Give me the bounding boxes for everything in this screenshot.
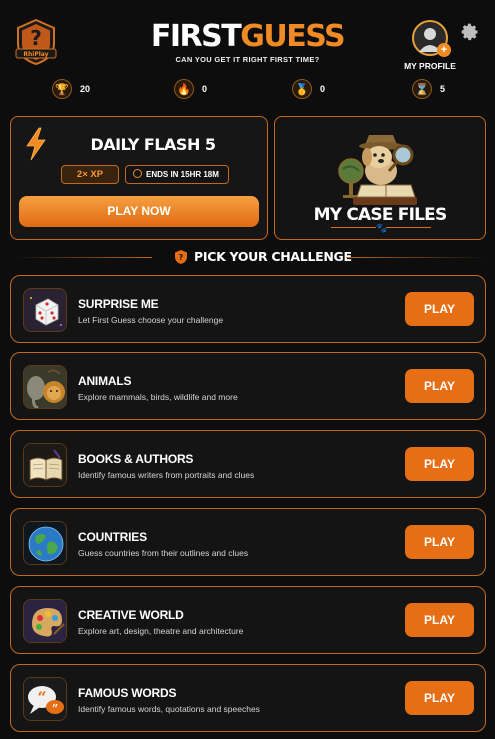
stat-value: 20: [80, 84, 91, 94]
svg-text:?: ?: [30, 26, 42, 50]
stat-medals: 🥇 0: [292, 78, 325, 100]
play-button[interactable]: PLAY: [405, 369, 474, 403]
challenge-desc: Explore art, design, theatre and archite…: [78, 626, 244, 636]
play-now-button[interactable]: PLAY NOW: [19, 196, 259, 227]
divider: [346, 257, 486, 258]
clock-icon: [133, 169, 142, 178]
gear-icon[interactable]: [460, 22, 480, 42]
challenge-famous-words[interactable]: “ ” FAMOUS WORDS Identify famous words, …: [10, 664, 486, 732]
daily-flash-card: DAILY FLASH 5 2× XP ENDS IN 15HR 18M PLA…: [10, 116, 268, 240]
question-badge-icon[interactable]: ? RhiPlay: [12, 18, 60, 66]
challenge-title: FAMOUS WORDS: [78, 686, 177, 700]
divider: [12, 257, 152, 258]
title-first: FIRST: [150, 19, 242, 54]
flame-icon: 🔥: [174, 79, 194, 99]
stats-bar: 🏆 20 🔥 0 🥇 0 ⌛ 5: [0, 78, 495, 100]
svg-text:”: ”: [52, 702, 58, 715]
badge-text: RhiPlay: [23, 51, 48, 58]
play-button[interactable]: PLAY: [405, 603, 474, 637]
play-button[interactable]: PLAY: [405, 447, 474, 481]
challenge-desc: Explore mammals, birds, wildlife and mor…: [78, 392, 238, 402]
stat-streak: 🔥 0: [174, 78, 207, 100]
challenge-animals[interactable]: ANIMALS Explore mammals, birds, wildlife…: [10, 352, 486, 420]
add-icon: +: [437, 43, 451, 57]
section-header: ? PICK YOUR CHALLENGE: [0, 249, 495, 267]
challenge-desc: Let First Guess choose your challenge: [78, 315, 224, 325]
profile-label: MY PROFILE: [404, 61, 456, 71]
palette-icon: [23, 599, 67, 643]
stat-value: 5: [440, 84, 446, 94]
app-title: FIRSTGUESS CAN YOU GET IT RIGHT FIRST TI…: [150, 19, 346, 65]
challenge-title: BOOKS & AUTHORS: [78, 452, 194, 466]
challenge-creative-world[interactable]: CREATIVE WORLD Explore art, design, thea…: [10, 586, 486, 654]
challenge-title: SURPRISE ME: [78, 297, 159, 311]
medal-icon: 🥇: [292, 79, 312, 99]
case-files-card[interactable]: MY CASE FILES 🐾: [274, 116, 486, 240]
xp-badge: 2× XP: [61, 165, 119, 184]
svg-text:?: ?: [179, 253, 184, 262]
ends-text: ENDS IN 15HR 18M: [146, 170, 219, 179]
shield-icon: ?: [175, 250, 187, 264]
challenge-title: ANIMALS: [78, 374, 132, 388]
book-icon: [23, 443, 67, 487]
challenge-desc: Guess countries from their outlines and …: [78, 548, 249, 558]
stat-hourglass: ⌛ 5: [412, 78, 445, 100]
globe-icon: [23, 521, 67, 565]
challenge-title: COUNTRIES: [78, 530, 147, 544]
app-subtitle: CAN YOU GET IT RIGHT FIRST TIME?: [175, 55, 320, 64]
case-files-title: MY CASE FILES: [313, 205, 448, 225]
daily-flash-title: DAILY FLASH 5: [90, 135, 216, 154]
header: ? RhiPlay FIRSTGUESS CAN YOU GET IT RIGH…: [0, 0, 495, 112]
challenge-countries[interactable]: COUNTRIES Guess countries from their out…: [10, 508, 486, 576]
stat-value: 0: [320, 84, 326, 94]
title-guess: GUESS: [240, 19, 345, 54]
avatar[interactable]: +: [412, 20, 451, 57]
speech-bubble-icon: “ ”: [23, 677, 67, 721]
play-button[interactable]: PLAY: [405, 681, 474, 715]
challenge-desc: Identify famous words, quotations and sp…: [78, 704, 260, 714]
detective-dog-icon: [338, 135, 417, 205]
stat-trophies: 🏆 20: [52, 78, 90, 100]
stat-value: 0: [202, 84, 208, 94]
play-button[interactable]: PLAY: [405, 525, 474, 559]
play-button[interactable]: PLAY: [405, 292, 474, 326]
challenge-surprise-me[interactable]: SURPRISE ME Let First Guess choose your …: [10, 275, 486, 343]
challenge-books-authors[interactable]: BOOKS & AUTHORS Identify famous writers …: [10, 430, 486, 498]
challenge-title: CREATIVE WORLD: [78, 608, 184, 622]
animals-icon: [23, 365, 67, 409]
profile-button[interactable]: + MY PROFILE: [400, 20, 460, 71]
trophy-icon: 🏆: [52, 79, 72, 99]
section-title: PICK YOUR CHALLENGE: [194, 249, 352, 264]
ends-badge: ENDS IN 15HR 18M: [125, 165, 229, 184]
dice-icon: [23, 288, 67, 332]
hourglass-icon: ⌛: [412, 79, 432, 99]
paw-icon: 🐾: [376, 223, 388, 233]
challenge-desc: Identify famous writers from portraits a…: [78, 470, 255, 480]
svg-text:“: “: [37, 688, 46, 707]
